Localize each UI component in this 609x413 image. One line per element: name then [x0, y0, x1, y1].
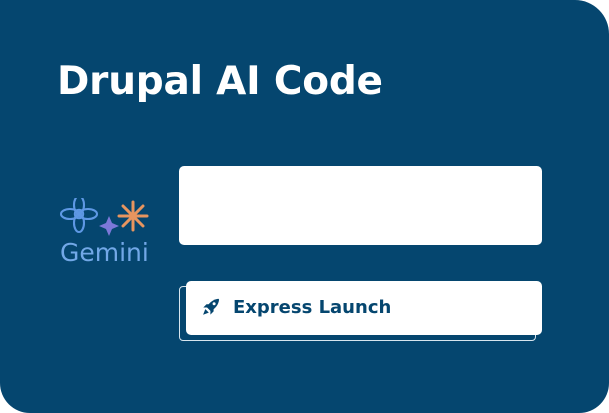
asterisk-icon	[117, 200, 149, 232]
drupal-ai-card: Drupal AI Code Gemini Express Launch	[0, 0, 609, 413]
sparkle-icon	[99, 216, 119, 236]
gemini-logo: Gemini	[58, 198, 158, 274]
prompt-input[interactable]	[179, 166, 542, 245]
gemini-logo-text: Gemini	[60, 238, 149, 267]
flower-icon	[59, 198, 99, 234]
page-title: Drupal AI Code	[57, 59, 383, 104]
express-launch-button[interactable]: Express Launch	[186, 281, 542, 335]
express-launch-label: Express Launch	[233, 297, 392, 318]
rocket-icon	[203, 298, 220, 315]
